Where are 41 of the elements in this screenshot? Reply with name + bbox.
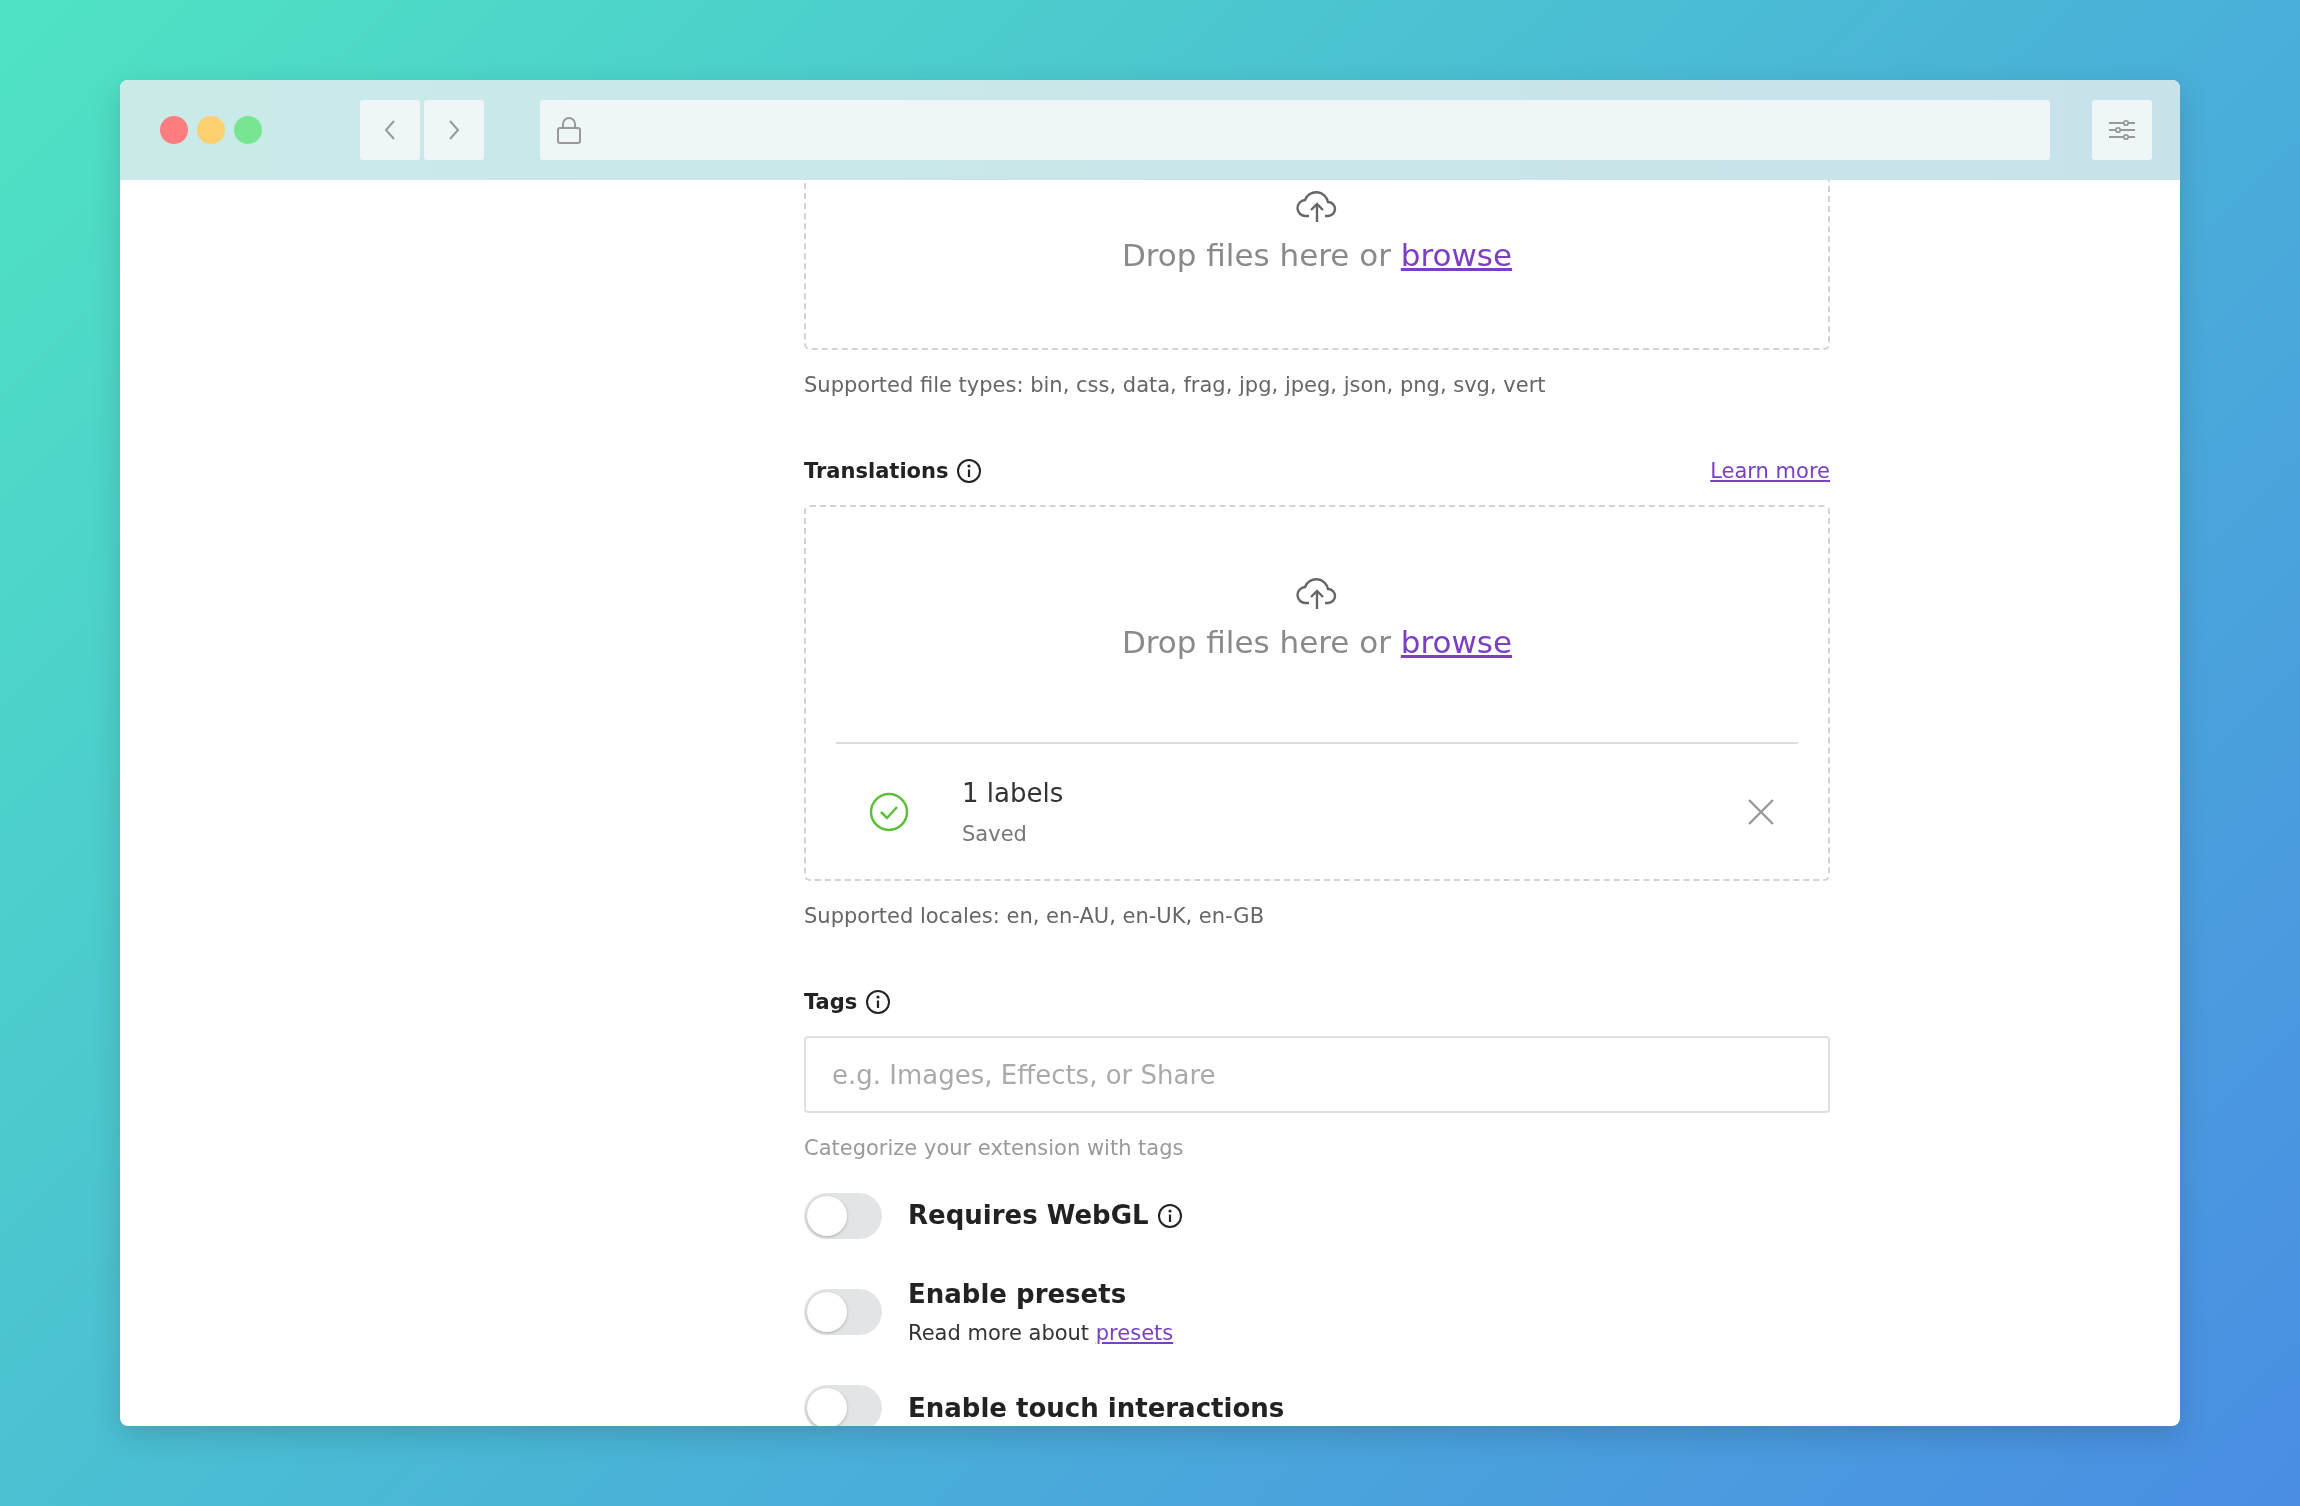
chevron-right-icon <box>447 119 461 141</box>
file-name: 1 labels <box>962 776 1065 810</box>
section-label: Tags <box>804 988 858 1016</box>
browse-link[interactable]: browse <box>1400 624 1513 660</box>
sliders-icon <box>2108 119 2136 141</box>
section-label: Translations <box>804 457 949 485</box>
helper-text: Supported locales: en, en-AU, en-UK, en-GB <box>804 903 1266 930</box>
info-icon[interactable] <box>1156 1202 1183 1229</box>
lock-icon <box>556 115 582 145</box>
helper-text: Supported file types: bin, css, data, frag, jpg, jpeg, json, png, svg, vert <box>804 372 1547 399</box>
drop-instruction: Drop files here or browse <box>1121 623 1513 662</box>
close-window-dot[interactable] <box>160 116 188 144</box>
forward-button[interactable] <box>424 100 484 160</box>
helper-text: Categorize your extension with tags <box>804 1135 1185 1162</box>
chevron-left-icon <box>383 119 397 141</box>
toggle-switch[interactable] <box>804 1385 882 1426</box>
drop-zone[interactable]: Drop files here or browse 1 labels Saved <box>804 505 1830 881</box>
minimize-window-dot[interactable] <box>197 116 225 144</box>
drop-instruction: Drop files here or browse <box>1121 236 1513 275</box>
remove-file-button[interactable] <box>1746 796 1776 827</box>
toggle-switch[interactable] <box>804 1288 882 1335</box>
tags-input-field[interactable]: e.g. Images, Effects, or Share <box>804 1036 1830 1113</box>
cloud-upload-icon <box>1295 188 1339 224</box>
toggle-switch[interactable] <box>804 1192 882 1239</box>
check-circle-icon <box>868 790 910 833</box>
toggle-description: Read more about presets <box>908 1319 1174 1347</box>
toggle-label: Enable presets <box>908 1277 1127 1311</box>
settings-button[interactable] <box>2092 100 2152 160</box>
address-bar[interactable] <box>540 100 2050 160</box>
toggle-label: Enable touch interactions <box>908 1391 1285 1425</box>
file-status: Saved <box>962 820 1028 848</box>
learn-more-link[interactable]: Learn more <box>1710 455 1830 487</box>
info-icon[interactable] <box>956 458 983 485</box>
toggle-label: Requires WebGL <box>908 1199 1149 1232</box>
drop-zone[interactable]: Drop files here or browse <box>804 180 1830 350</box>
presets-link[interactable]: presets <box>1095 1320 1174 1345</box>
browse-link[interactable]: browse <box>1400 237 1513 273</box>
cloud-upload-icon <box>1295 575 1339 611</box>
info-icon[interactable] <box>865 989 892 1016</box>
back-button[interactable] <box>360 100 420 160</box>
maximize-window-dot[interactable] <box>234 116 262 144</box>
